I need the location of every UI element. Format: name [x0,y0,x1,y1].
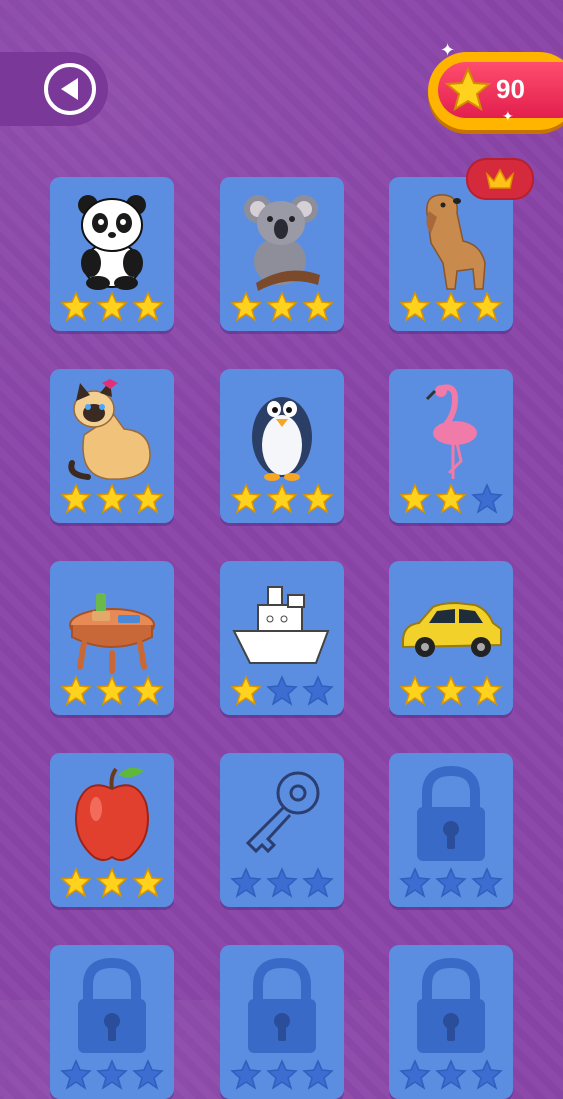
crown-icon [485,168,515,189]
star-filled-icon [302,291,334,322]
star-empty-icon [266,675,298,706]
star-filled-icon [230,675,262,706]
star-filled-icon [399,291,431,322]
cat-icon [68,379,151,480]
lock-icon [417,765,485,861]
star-empty-icon [60,1059,92,1090]
lock-icon [248,957,316,1053]
star-filled-icon [96,483,128,514]
level-card-locked[interactable] [220,945,344,1099]
star-rating [58,1057,166,1093]
level-card-penguin[interactable] [220,369,344,523]
star-filled-icon [132,867,164,898]
level-card-apple[interactable] [50,753,174,907]
level-card-car[interactable] [389,561,513,715]
level-card-cat[interactable] [50,369,174,523]
star-rating [58,289,166,325]
star-rating [397,1057,505,1093]
star-filled-icon [435,483,467,514]
star-empty-icon [471,1059,503,1090]
star-filled-icon [266,291,298,322]
level-card-locked[interactable] [50,945,174,1099]
level-card-locked[interactable] [389,945,513,1099]
star-empty-icon [230,867,262,898]
star-empty-icon [471,867,503,898]
star-empty-icon [96,1059,128,1090]
level-card-dog[interactable] [389,177,513,331]
apple-icon [75,767,149,861]
star-filled-icon [132,291,164,322]
star-empty-icon [435,1059,467,1090]
star-empty-icon [302,675,334,706]
star-rating [58,673,166,709]
star-rating [397,289,505,325]
star-rating [397,865,505,901]
level-card-koala[interactable] [220,177,344,331]
star-rating [397,481,505,517]
star-filled-icon [60,867,92,898]
key-icon [245,771,320,854]
koala-icon [244,195,320,291]
boat-icon [232,586,330,664]
star-filled-icon [96,867,128,898]
star-empty-icon [471,483,503,514]
star-rating [228,481,336,517]
star-filled-icon [399,483,431,514]
star-filled-icon [302,483,334,514]
star-filled-icon [132,675,164,706]
star-empty-icon [266,1059,298,1090]
star-empty-icon [132,1059,164,1090]
star-empty-icon [302,1059,334,1090]
star-rating [228,865,336,901]
level-card-boat[interactable] [220,561,344,715]
star-rating [228,673,336,709]
lock-icon [78,957,146,1053]
star-filled-icon [132,483,164,514]
star-filled-icon [399,675,431,706]
premium-badge [466,158,534,200]
star-filled-icon [266,483,298,514]
car-icon [402,601,502,657]
star-empty-icon [230,1059,262,1090]
level-card-panda[interactable] [50,177,174,331]
star-filled-icon [96,291,128,322]
star-empty-icon [399,867,431,898]
level-card-locked[interactable] [389,753,513,907]
level-card-key[interactable] [220,753,344,907]
star-filled-icon [435,675,467,706]
level-card-flamingo[interactable] [389,369,513,523]
panda-icon [78,195,146,290]
star-rating [58,865,166,901]
star-filled-icon [435,291,467,322]
star-empty-icon [266,867,298,898]
star-filled-icon [60,675,92,706]
star-rating [228,1057,336,1093]
level-grid [0,0,563,1099]
star-filled-icon [471,675,503,706]
star-filled-icon [60,291,92,322]
star-empty-icon [302,867,334,898]
penguin-icon [252,397,312,481]
lock-icon [417,957,485,1053]
table-icon [69,593,155,674]
flamingo-icon [425,384,477,479]
star-rating [228,289,336,325]
star-filled-icon [60,483,92,514]
star-rating [397,673,505,709]
level-card-table[interactable] [50,561,174,715]
star-empty-icon [399,1059,431,1090]
star-filled-icon [471,291,503,322]
star-filled-icon [230,483,262,514]
star-filled-icon [96,675,128,706]
star-rating [58,481,166,517]
star-empty-icon [435,867,467,898]
star-filled-icon [230,291,262,322]
